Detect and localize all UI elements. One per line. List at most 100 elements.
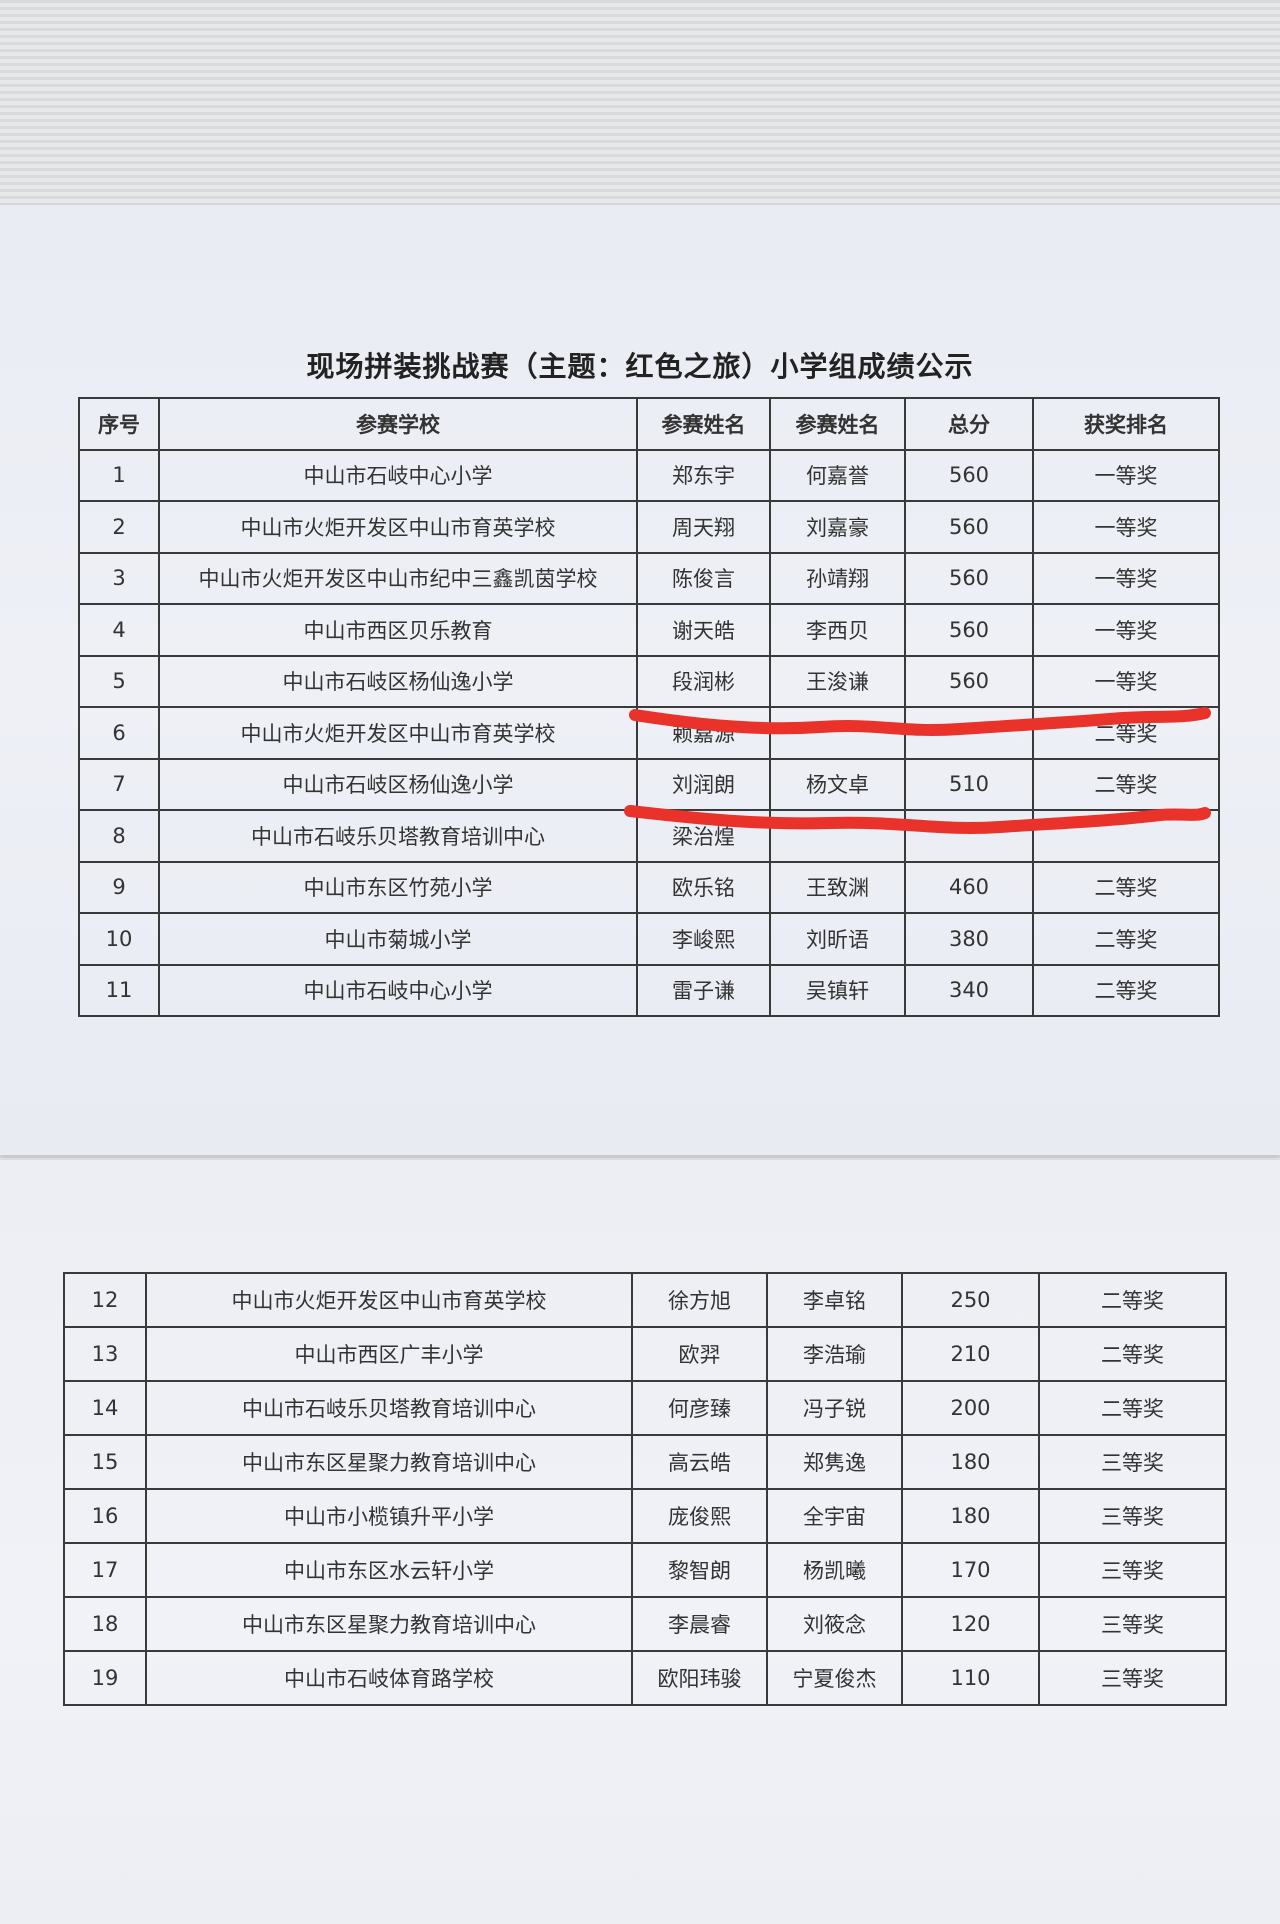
table-row: 16 中山市小榄镇升平小学 庞俊熙 全宇宙 180 三等奖 [63, 1488, 1227, 1544]
award-rank: 一等奖 [1032, 500, 1220, 554]
participant-name-2: 杨文卓 [769, 757, 906, 811]
participant-name-1: 谢天皓 [636, 603, 771, 657]
school-name: 中山市石岐体育路学校 [145, 1650, 633, 1706]
school-name: 中山市东区竹苑小学 [158, 860, 638, 914]
school-name: 中山市东区水云轩小学 [145, 1542, 633, 1598]
total-score: 560 [904, 448, 1034, 502]
participant-name-1: 庞俊熙 [631, 1488, 768, 1544]
header-school: 参赛学校 [158, 397, 638, 451]
table-row: 12 中山市火炬开发区中山市育英学校 徐方旭 李卓铭 250 二等奖 [63, 1272, 1227, 1328]
participant-name-1: 高云皓 [631, 1434, 768, 1490]
participant-name-1: 周天翔 [636, 500, 771, 554]
table-row: 7 中山市石岐区杨仙逸小学 刘润朗 杨文卓 510 二等奖 [78, 757, 1220, 811]
total-score: 560 [904, 654, 1034, 708]
table-row: 6 中山市火炬开发区中山市育英学校 赖嘉源 二等奖 [78, 706, 1220, 760]
participant-name-2: 刘嘉豪 [769, 500, 906, 554]
total-score [904, 706, 1034, 760]
school-name: 中山市火炬开发区中山市纪中三鑫凯茵学校 [158, 551, 638, 605]
school-name: 中山市东区星聚力教育培训中心 [145, 1434, 633, 1490]
participant-name-1: 欧乐铭 [636, 860, 771, 914]
participant-name-2: 宁夏俊杰 [766, 1650, 903, 1706]
table-row: 1 中山市石岐中心小学 郑东宇 何嘉誉 560 一等奖 [78, 448, 1220, 502]
total-score: 380 [904, 912, 1034, 966]
award-rank: 三等奖 [1038, 1434, 1227, 1490]
award-rank: 三等奖 [1038, 1542, 1227, 1598]
table-row: 3 中山市火炬开发区中山市纪中三鑫凯茵学校 陈俊言 孙靖翔 560 一等奖 [78, 551, 1220, 605]
school-name: 中山市石岐中心小学 [158, 448, 638, 502]
school-name: 中山市东区星聚力教育培训中心 [145, 1596, 633, 1652]
total-score: 510 [904, 757, 1034, 811]
table-row: 8 中山市石岐乐贝塔教育培训中心 梁治煌 [78, 809, 1220, 863]
participant-name-2: 王致渊 [769, 860, 906, 914]
school-name: 中山市石岐区杨仙逸小学 [158, 757, 638, 811]
document-title: 现场拼装挑战赛（主题：红色之旅）小学组成绩公示 [306, 350, 974, 383]
row-number: 3 [78, 551, 160, 605]
row-number: 17 [63, 1542, 147, 1598]
row-number: 1 [78, 448, 160, 502]
award-rank: 二等奖 [1032, 860, 1220, 914]
table-row: 17 中山市东区水云轩小学 黎智朗 杨凯曦 170 三等奖 [63, 1542, 1227, 1598]
participant-name-2: 孙靖翔 [769, 551, 906, 605]
school-name: 中山市火炬开发区中山市育英学校 [145, 1272, 633, 1328]
total-score: 560 [904, 551, 1034, 605]
row-number: 6 [78, 706, 160, 760]
participant-name-1: 梁治煌 [636, 809, 771, 863]
participant-name-2: 刘昕语 [769, 912, 906, 966]
total-score: 180 [901, 1434, 1040, 1490]
participant-name-2: 李西贝 [769, 603, 906, 657]
participant-name-2: 李卓铭 [766, 1272, 903, 1328]
participant-name-1: 徐方旭 [631, 1272, 768, 1328]
award-rank: 二等奖 [1038, 1272, 1227, 1328]
total-score: 110 [901, 1650, 1040, 1706]
award-rank: 二等奖 [1032, 963, 1220, 1017]
award-rank [1032, 809, 1220, 863]
participant-name-2: 王浚谦 [769, 654, 906, 708]
award-rank: 二等奖 [1038, 1380, 1227, 1436]
participant-name-2: 全宇宙 [766, 1488, 903, 1544]
total-score: 170 [901, 1542, 1040, 1598]
row-number: 5 [78, 654, 160, 708]
header-award: 获奖排名 [1032, 397, 1220, 451]
paper-sheet-bottom: 12 中山市火炬开发区中山市育英学校 徐方旭 李卓铭 250 二等奖 13 中山市西区广丰小学… [0, 1160, 1280, 1924]
award-rank: 二等奖 [1032, 706, 1220, 760]
participant-name-2: 郑隽逸 [766, 1434, 903, 1490]
school-name: 中山市石岐区杨仙逸小学 [158, 654, 638, 708]
table-row: 18 中山市东区星聚力教育培训中心 李晨睿 刘筱念 120 三等奖 [63, 1596, 1227, 1652]
school-name: 中山市石岐乐贝塔教育培训中心 [145, 1380, 633, 1436]
participant-name-1: 刘润朗 [636, 757, 771, 811]
row-number: 4 [78, 603, 160, 657]
participant-name-1: 黎智朗 [631, 1542, 768, 1598]
award-rank: 一等奖 [1032, 603, 1220, 657]
row-number: 11 [78, 963, 160, 1017]
header-score: 总分 [904, 397, 1034, 451]
table-body-top: 1 中山市石岐中心小学 郑东宇 何嘉誉 560 一等奖 2 中山市火炬开发区中山市育英学校 周天… [78, 448, 1220, 1017]
participant-name-1: 欧阳玮骏 [631, 1650, 768, 1706]
table-row: 15 中山市东区星聚力教育培训中心 高云皓 郑隽逸 180 三等奖 [63, 1434, 1227, 1490]
total-score: 560 [904, 500, 1034, 554]
total-score: 210 [901, 1326, 1040, 1382]
participant-name-2: 吴镇轩 [769, 963, 906, 1017]
participant-name-2 [769, 706, 906, 760]
table-row: 4 中山市西区贝乐教育 谢天皓 李西贝 560 一等奖 [78, 603, 1220, 657]
total-score: 180 [901, 1488, 1040, 1544]
participant-name-2 [769, 809, 906, 863]
participant-name-2: 冯子锐 [766, 1380, 903, 1436]
table-row: 19 中山市石岐体育路学校 欧阳玮骏 宁夏俊杰 110 三等奖 [63, 1650, 1227, 1706]
row-number: 7 [78, 757, 160, 811]
row-number: 15 [63, 1434, 147, 1490]
row-number: 14 [63, 1380, 147, 1436]
participant-name-1: 李晨睿 [631, 1596, 768, 1652]
award-rank: 三等奖 [1038, 1596, 1227, 1652]
header-name2: 参赛姓名 [769, 397, 906, 451]
table-row: 10 中山市菊城小学 李峻熙 刘昕语 380 二等奖 [78, 912, 1220, 966]
paper-sheet-top: 现场拼装挑战赛（主题：红色之旅）小学组成绩公示 序号 参赛学校 参赛姓名 参赛姓… [0, 205, 1280, 1155]
award-rank: 二等奖 [1038, 1326, 1227, 1382]
total-score: 560 [904, 603, 1034, 657]
school-name: 中山市石岐乐贝塔教育培训中心 [158, 809, 638, 863]
row-number: 2 [78, 500, 160, 554]
total-score: 250 [901, 1272, 1040, 1328]
results-table-top: 序号 参赛学校 参赛姓名 参赛姓名 总分 获奖排名 1 中山市石岐中心小学 郑东宇何… [78, 397, 1220, 1017]
table-row: 11 中山市石岐中心小学 雷子谦 吴镇轩 340 二等奖 [78, 963, 1220, 1017]
table-row: 13 中山市西区广丰小学 欧羿 李浩瑜 210 二等奖 [63, 1326, 1227, 1382]
total-score: 340 [904, 963, 1034, 1017]
